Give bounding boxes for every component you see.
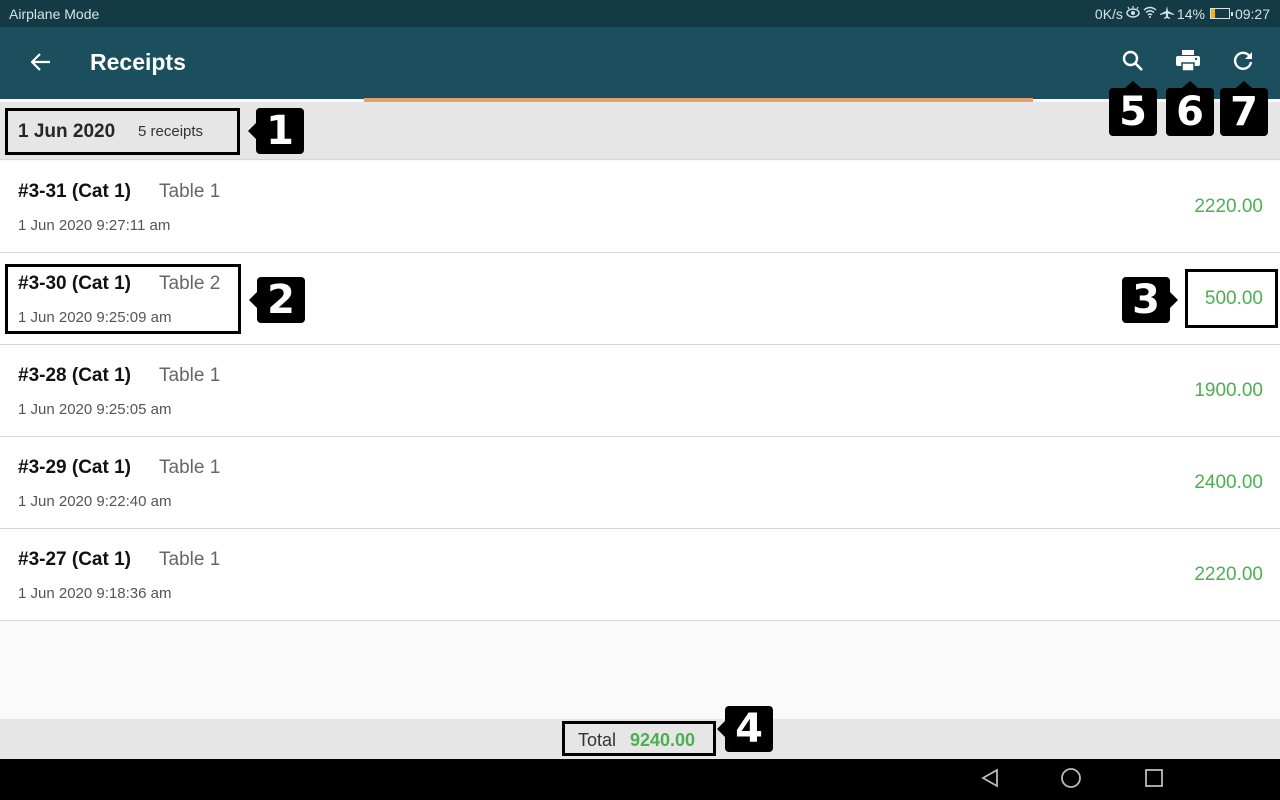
receipt-row[interactable]: #3-29 (Cat 1) Table 1 1 Jun 2020 9:22:40… [0, 437, 1280, 529]
receipt-id: #3-30 (Cat 1) [18, 273, 131, 294]
status-bar: Airplane Mode 0K/s 14% 09:27 [0, 0, 1280, 27]
receipt-id: #3-29 (Cat 1) [18, 457, 131, 478]
total-value: 9240.00 [630, 730, 696, 750]
search-button[interactable] [1115, 45, 1151, 81]
receipt-amount: 2220.00 [1194, 196, 1263, 217]
wifi-icon [1143, 6, 1157, 21]
receipt-time: 1 Jun 2020 9:22:40 am [18, 493, 172, 510]
receipt-table: Table 1 [159, 457, 221, 478]
annotation-badge-2: 2 [249, 277, 305, 323]
group-date: 1 Jun 2020 [18, 121, 116, 142]
receipt-table: Table 1 [159, 181, 221, 202]
print-button[interactable] [1170, 45, 1206, 81]
receipt-id: #3-28 (Cat 1) [18, 365, 131, 386]
receipt-row[interactable]: #3-27 (Cat 1) Table 1 1 Jun 2020 9:18:36… [0, 529, 1280, 621]
page-title: Receipts [90, 49, 186, 75]
receipt-time: 1 Jun 2020 9:25:09 am [18, 309, 172, 326]
battery-icon [1209, 8, 1233, 19]
app-bar: Receipts [0, 27, 1280, 99]
refresh-icon [1232, 50, 1254, 77]
receipt-amount: 500.00 [1204, 288, 1263, 309]
total-label: Total [578, 730, 617, 750]
receipt-row[interactable]: #3-31 (Cat 1) Table 1 1 Jun 2020 9:27:11… [0, 161, 1280, 253]
receipt-row[interactable]: #3-28 (Cat 1) Table 1 1 Jun 2020 9:25:05… [0, 345, 1280, 437]
receipt-time: 1 Jun 2020 9:25:05 am [18, 401, 172, 418]
receipt-id: #3-27 (Cat 1) [18, 549, 131, 570]
back-button[interactable] [24, 47, 58, 81]
date-group-header[interactable]: 1 Jun 2020 5 receipts [0, 102, 1280, 160]
receipt-table: Table 1 [159, 549, 221, 570]
eye-comfort-icon [1126, 6, 1140, 21]
printer-icon [1176, 49, 1200, 77]
status-indicators: 0K/s 14% 09:27 [1094, 5, 1270, 22]
refresh-button[interactable] [1225, 45, 1261, 81]
nav-back-button[interactable] [977, 767, 1003, 793]
nav-recents-icon [1144, 768, 1164, 793]
nav-back-icon [981, 767, 999, 793]
receipt-amount: 2220.00 [1194, 564, 1263, 585]
receipt-time: 1 Jun 2020 9:27:11 am [18, 217, 171, 234]
receipt-time: 1 Jun 2020 9:18:36 am [18, 585, 172, 602]
receipts-list: #3-31 (Cat 1) Table 1 1 Jun 2020 9:27:11… [0, 161, 1280, 621]
receipt-table: Table 2 [159, 273, 221, 294]
airplane-icon [1159, 5, 1174, 22]
annotation-badge-5: 5 [1109, 81, 1157, 136]
receipt-id: #3-31 (Cat 1) [18, 181, 131, 202]
system-nav-bar [0, 759, 1280, 800]
nav-home-icon [1060, 767, 1082, 794]
receipt-count: 5 receipts [138, 123, 204, 140]
total-footer: Total 9240.00 [0, 719, 1280, 759]
nav-home-button[interactable] [1058, 767, 1084, 794]
receipt-amount: 1900.00 [1194, 380, 1263, 401]
clock: 09:27 [1234, 5, 1270, 22]
receipt-row[interactable]: #3-30 (Cat 1) Table 2 1 Jun 2020 9:25:09… [0, 253, 1280, 345]
arrow-left-icon [30, 52, 51, 76]
net-speed: 0K/s [1094, 5, 1123, 22]
search-icon [1122, 50, 1144, 77]
receipt-table: Table 1 [159, 365, 221, 386]
annotation-badge-6: 6 [1166, 81, 1214, 136]
nav-recents-button[interactable] [1141, 768, 1167, 792]
battery-percent: 14% [1176, 5, 1205, 22]
annotation-badge-3: 3 [1122, 277, 1178, 323]
annotation-badge-4: 4 [717, 706, 773, 752]
annotation-badge-7: 7 [1220, 81, 1268, 136]
status-airplane-mode-text: Airplane Mode [9, 5, 100, 22]
annotation-badge-1: 1 [248, 108, 304, 154]
receipt-amount: 2400.00 [1194, 472, 1263, 493]
